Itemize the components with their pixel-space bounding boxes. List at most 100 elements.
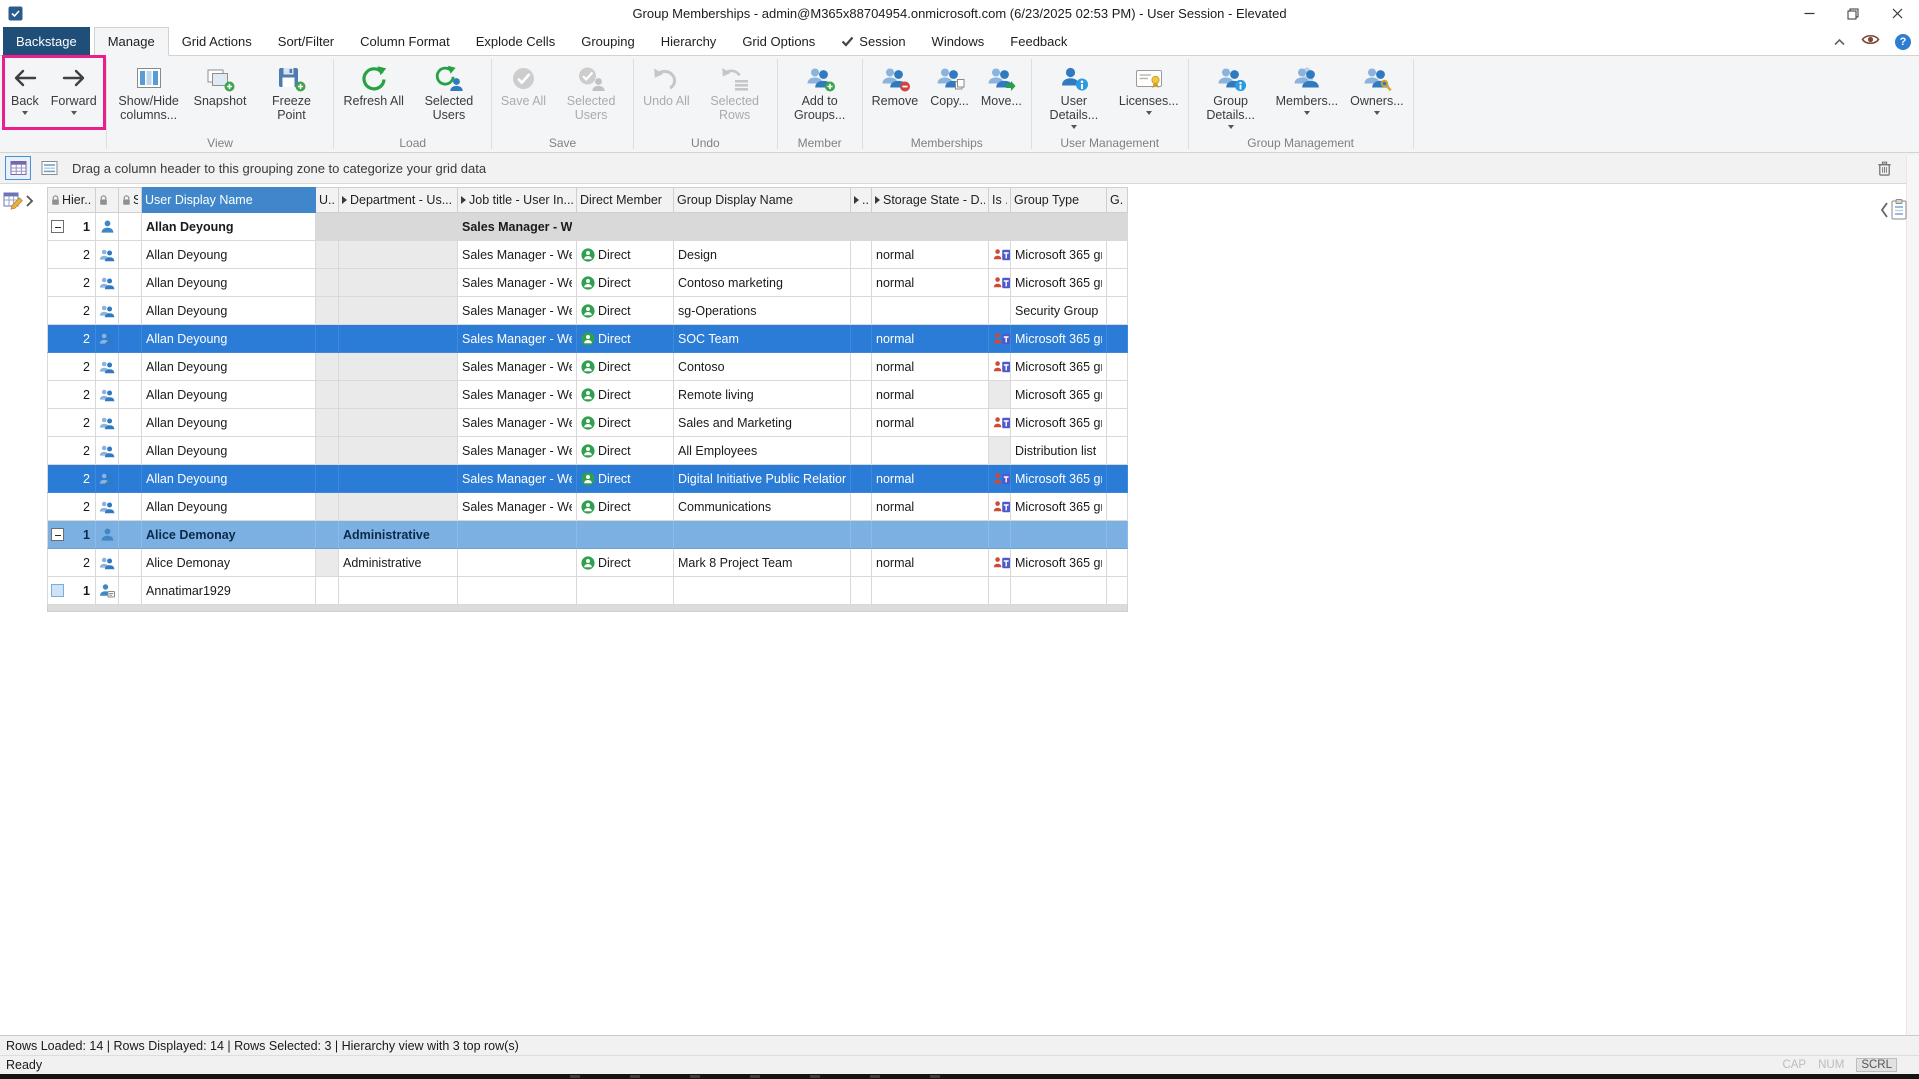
- ribbon-button-copy[interactable]: Copy...: [925, 60, 974, 110]
- cell-is[interactable]: [989, 381, 1011, 409]
- cell-g[interactable]: [1107, 577, 1128, 605]
- cell-group[interactable]: Contoso marketing: [674, 269, 851, 297]
- cell-group[interactable]: Digital Initiative Public Relation: [674, 465, 851, 493]
- cell-hier[interactable]: 2: [47, 353, 96, 381]
- cell-state[interactable]: [96, 465, 119, 493]
- cell-type[interactable]: Distribution list: [1011, 437, 1107, 465]
- cell-state[interactable]: [96, 269, 119, 297]
- cell-s[interactable]: [119, 437, 142, 465]
- cell-type[interactable]: [1011, 521, 1107, 549]
- ribbon-button-save-all[interactable]: Save All: [496, 60, 551, 110]
- cell-s[interactable]: [119, 353, 142, 381]
- grid-row-6[interactable]: 2Allan DeyoungSales Manager - WesDirectC…: [47, 353, 1128, 381]
- cell-g[interactable]: [1107, 269, 1128, 297]
- cell-direct[interactable]: Direct: [577, 241, 674, 269]
- column-header-u[interactable]: U...: [316, 187, 339, 213]
- cell-hier[interactable]: 1: [47, 521, 96, 549]
- grid-row-8[interactable]: 2Allan DeyoungSales Manager - WesDirectS…: [47, 409, 1128, 437]
- cell-dept[interactable]: [339, 325, 458, 353]
- column-header-type[interactable]: Group Type: [1011, 187, 1107, 213]
- column-header-x1[interactable]: ...: [851, 187, 872, 213]
- cell-storage[interactable]: normal: [872, 269, 989, 297]
- cell-s[interactable]: [119, 409, 142, 437]
- cell-s[interactable]: [119, 325, 142, 353]
- cell-state[interactable]: [96, 381, 119, 409]
- tab-grid-actions[interactable]: Grid Actions: [169, 27, 265, 55]
- cell-u[interactable]: [316, 353, 339, 381]
- cell-dept[interactable]: [339, 409, 458, 437]
- collapse-ribbon-chevron-icon[interactable]: [1833, 33, 1846, 51]
- cell-job[interactable]: Sales Manager - Wes: [458, 409, 577, 437]
- cell-direct[interactable]: Direct: [577, 493, 674, 521]
- cell-is[interactable]: [989, 297, 1011, 325]
- cell-group[interactable]: [674, 521, 851, 549]
- tab-session[interactable]: Session: [828, 27, 918, 55]
- ribbon-button-snapshot[interactable]: Snapshot: [189, 60, 252, 110]
- tab-column-format[interactable]: Column Format: [347, 27, 463, 55]
- cell-is[interactable]: [989, 353, 1011, 381]
- cell-hier[interactable]: 2: [47, 269, 96, 297]
- column-header-group[interactable]: Group Display Name: [674, 187, 851, 213]
- cell-direct[interactable]: Direct: [577, 325, 674, 353]
- cell-type[interactable]: Microsoft 365 gr: [1011, 269, 1107, 297]
- cell-hier[interactable]: 2: [47, 241, 96, 269]
- tab-sort-filter[interactable]: Sort/Filter: [265, 27, 347, 55]
- ribbon-button-move[interactable]: Move...: [976, 60, 1027, 110]
- cell-is[interactable]: [989, 325, 1011, 353]
- tab-windows[interactable]: Windows: [919, 27, 998, 55]
- cell-s[interactable]: [119, 577, 142, 605]
- cell-state[interactable]: [96, 353, 119, 381]
- cell-s[interactable]: [119, 493, 142, 521]
- cell-s[interactable]: [119, 549, 142, 577]
- cell-hier[interactable]: 2: [47, 465, 96, 493]
- cell-g[interactable]: [1107, 493, 1128, 521]
- grid-row-12[interactable]: 1Alice DemonayAdministrative: [47, 521, 1128, 549]
- cell-x1[interactable]: [851, 437, 872, 465]
- cell-u[interactable]: [316, 577, 339, 605]
- cell-u[interactable]: [316, 549, 339, 577]
- cell-type[interactable]: [1011, 577, 1107, 605]
- cell-storage[interactable]: [872, 213, 989, 241]
- column-header-direct[interactable]: Direct Member: [577, 187, 674, 213]
- cell-job[interactable]: Sales Manager - Wes: [458, 353, 577, 381]
- ribbon-button-group-details[interactable]: Group Details...: [1193, 60, 1269, 134]
- cell-hier[interactable]: 2: [47, 493, 96, 521]
- ribbon-button-undo-all[interactable]: Undo All: [638, 60, 695, 110]
- cell-hier[interactable]: 1: [47, 577, 96, 605]
- tab-hierarchy[interactable]: Hierarchy: [648, 27, 730, 55]
- cell-name[interactable]: Allan Deyoung: [142, 381, 316, 409]
- cell-storage[interactable]: [872, 521, 989, 549]
- eye-icon[interactable]: [1861, 33, 1880, 51]
- cell-type[interactable]: Microsoft 365 gr: [1011, 465, 1107, 493]
- cell-u[interactable]: [316, 213, 339, 241]
- cell-is[interactable]: [989, 269, 1011, 297]
- cell-job[interactable]: Sales Manager - Wes: [458, 241, 577, 269]
- cell-x1[interactable]: [851, 465, 872, 493]
- cell-is[interactable]: [989, 521, 1011, 549]
- ribbon-button-selected-users[interactable]: Selected Users: [411, 60, 487, 124]
- cell-dept[interactable]: [339, 353, 458, 381]
- cell-x1[interactable]: [851, 409, 872, 437]
- cell-hier[interactable]: 2: [47, 549, 96, 577]
- cell-u[interactable]: [316, 241, 339, 269]
- cell-group[interactable]: [674, 213, 851, 241]
- cell-group[interactable]: SOC Team: [674, 325, 851, 353]
- cell-state[interactable]: [96, 521, 119, 549]
- cell-g[interactable]: [1107, 521, 1128, 549]
- cell-storage[interactable]: normal: [872, 353, 989, 381]
- grid-row-1[interactable]: 1Allan DeyoungSales Manager - We: [47, 213, 1128, 241]
- cell-type[interactable]: Microsoft 365 gr: [1011, 493, 1107, 521]
- cell-name[interactable]: Allan Deyoung: [142, 437, 316, 465]
- ribbon-button-remove[interactable]: Remove: [867, 60, 924, 110]
- cell-job[interactable]: [458, 521, 577, 549]
- cell-job[interactable]: Sales Manager - Wes: [458, 381, 577, 409]
- cell-hier[interactable]: 1: [47, 213, 96, 241]
- ribbon-button-back[interactable]: Back: [6, 60, 44, 120]
- cell-storage[interactable]: normal: [872, 465, 989, 493]
- cell-state[interactable]: [96, 549, 119, 577]
- cell-storage[interactable]: normal: [872, 241, 989, 269]
- cell-s[interactable]: [119, 241, 142, 269]
- cell-name[interactable]: Allan Deyoung: [142, 269, 316, 297]
- cell-group[interactable]: sg-Operations: [674, 297, 851, 325]
- row-checkbox[interactable]: [51, 584, 64, 597]
